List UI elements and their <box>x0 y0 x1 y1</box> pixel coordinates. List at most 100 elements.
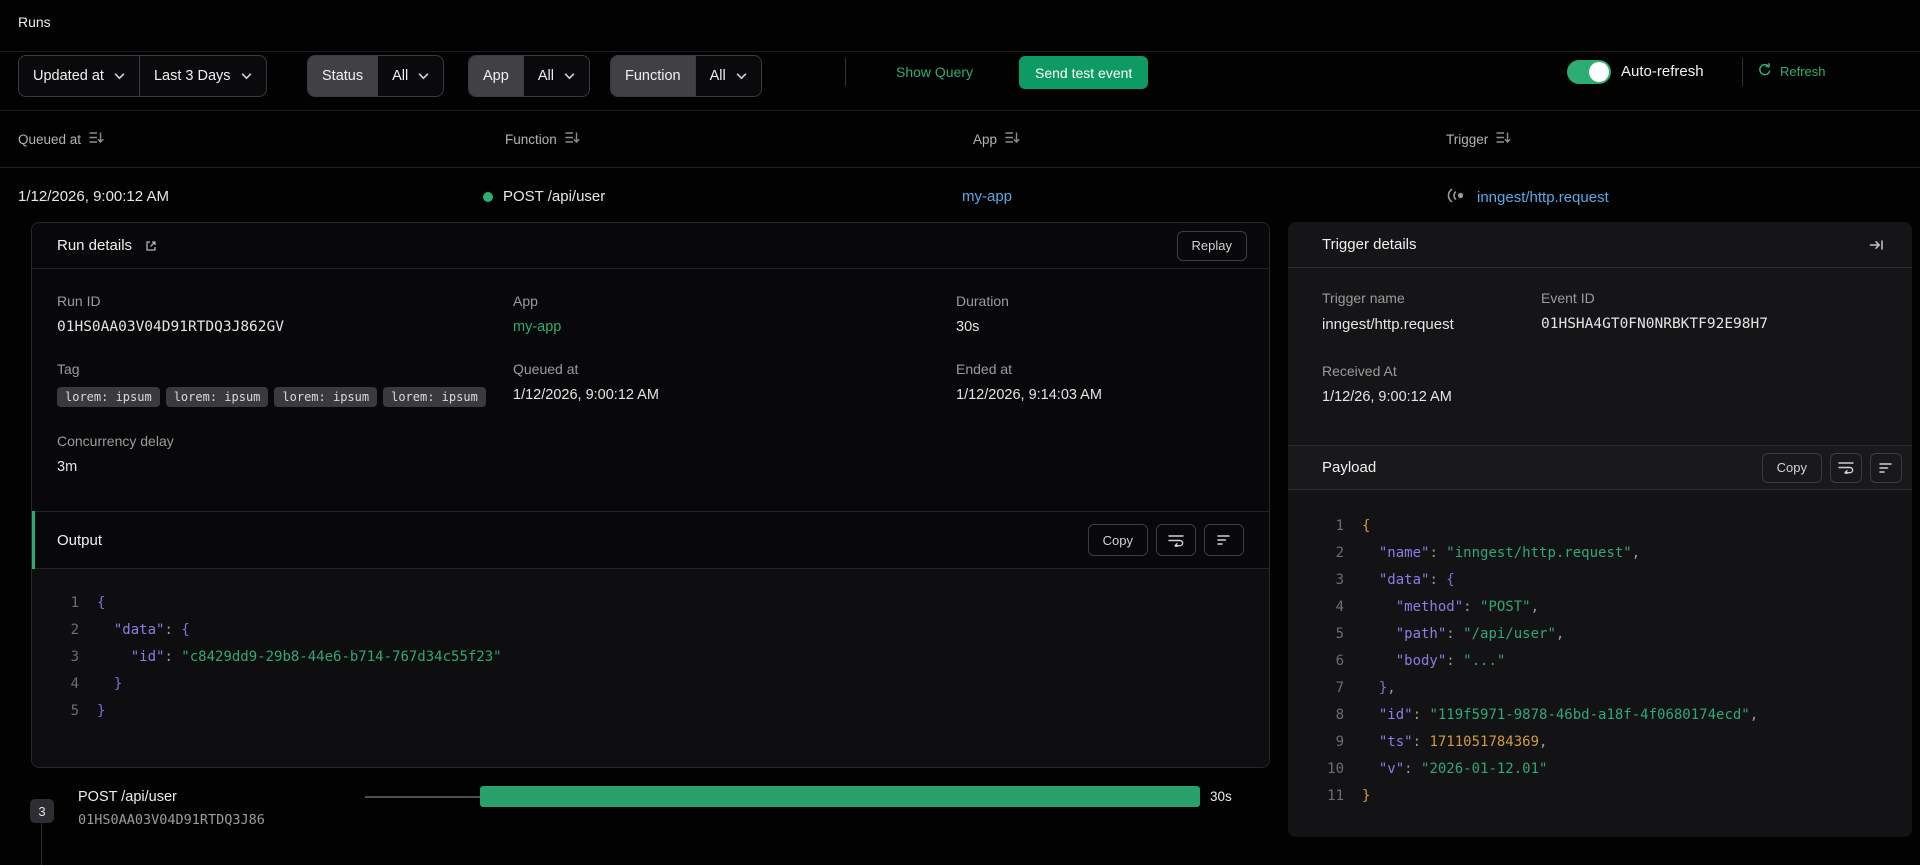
column-header-queued-at[interactable]: Queued at <box>18 131 104 147</box>
trigger-details-header: Trigger details <box>1288 222 1912 268</box>
field-label: Event ID <box>1541 290 1595 306</box>
refresh-label: Refresh <box>1780 64 1826 79</box>
function-filter-select[interactable]: All <box>694 56 761 96</box>
tag-badge: lorem: ipsum <box>274 387 378 407</box>
auto-refresh-label: Auto-refresh <box>1621 63 1704 80</box>
word-wrap-button[interactable] <box>1830 452 1862 483</box>
chevron-down-icon <box>736 72 747 80</box>
page-title: Runs <box>18 14 51 30</box>
app-filter-group: App All <box>468 55 590 97</box>
chevron-down-icon <box>418 72 429 80</box>
sort-field-label: Updated at <box>33 68 104 84</box>
run-row-trigger: inngest/http.request <box>1446 188 1609 207</box>
payload-section-header: Payload Copy <box>1288 445 1912 490</box>
refresh-button[interactable]: Refresh <box>1758 63 1826 80</box>
column-header-app[interactable]: App <box>973 131 1020 147</box>
divider <box>0 167 1920 168</box>
run-details-fields: Run ID 01HS0AA03V04D91RTDQ3J862GV App my… <box>32 269 1269 475</box>
copy-button[interactable]: Copy <box>1761 452 1822 483</box>
external-link-icon[interactable] <box>144 239 158 253</box>
time-range-label: Last 3 Days <box>153 68 231 84</box>
trigger-details-fields: Trigger name inngest/http.request Event … <box>1288 268 1912 405</box>
replay-button[interactable]: Replay <box>1176 230 1247 261</box>
refresh-icon <box>1758 63 1772 80</box>
run-row-trigger-link[interactable]: inngest/http.request <box>1477 189 1609 206</box>
field-event-id: Event ID 01HSHA4GT0FN0NRBKTF92E98H7 <box>1541 290 1892 333</box>
copy-button[interactable]: Copy <box>1087 524 1148 556</box>
toolbar-divider <box>845 58 846 86</box>
output-title: Output <box>57 531 103 549</box>
function-filter-group: Function All <box>610 55 762 97</box>
chevron-down-icon <box>241 72 252 80</box>
app-filter-label: App <box>483 68 509 84</box>
sort-range-filter-group: Updated at Last 3 Days <box>18 55 267 97</box>
column-header-label: Trigger <box>1446 131 1489 147</box>
field-label: Trigger name <box>1322 290 1405 306</box>
collapse-panel-icon[interactable] <box>1869 238 1884 252</box>
timeline-connector-line <box>41 823 42 865</box>
field-received-at: Received At 1/12/26, 9:00:12 AM <box>1322 363 1541 405</box>
format-align-button[interactable] <box>1204 524 1244 556</box>
duration-value: 30s <box>956 319 980 335</box>
field-label: Duration <box>956 293 1009 309</box>
run-details-title: Run details <box>57 237 133 254</box>
step-count-badge[interactable]: 3 <box>30 799 54 823</box>
column-header-label: App <box>973 131 998 147</box>
run-id-value: 01HS0AA03V04D91RTDQ3J862GV <box>57 319 284 335</box>
column-header-trigger[interactable]: Trigger <box>1446 131 1511 147</box>
word-wrap-button[interactable] <box>1156 524 1196 556</box>
payload-code-block: 1{2 "name": "inngest/http.request", 3 "da… <box>1288 490 1912 837</box>
field-label: App <box>513 293 538 309</box>
field-label: Received At <box>1322 363 1397 379</box>
show-query-button[interactable]: Show Query <box>896 64 973 80</box>
queued-at-value: 1/12/2026, 9:00:12 AM <box>513 387 659 403</box>
timeline-step-name[interactable]: POST /api/user <box>78 789 177 805</box>
run-details-header: Run details Replay <box>32 223 1269 269</box>
sort-icon <box>89 131 104 147</box>
time-range-select[interactable]: Last 3 Days <box>138 56 266 96</box>
field-label: Run ID <box>57 293 101 309</box>
payload-title: Payload <box>1322 459 1377 476</box>
timeline-step-run-id: 01HS0AA03V04D91RTDQ3J86 <box>78 812 265 828</box>
divider <box>0 110 1920 111</box>
app-filter-value: All <box>537 68 554 84</box>
ended-at-value: 1/12/2026, 9:14:03 AM <box>956 387 1102 403</box>
column-header-function[interactable]: Function <box>505 131 580 147</box>
field-concurrency-delay: Concurrency delay 3m <box>57 433 513 475</box>
field-queued-at: Queued at 1/12/2026, 9:00:12 AM <box>513 361 956 407</box>
function-filter-tag: Function <box>611 56 695 96</box>
field-tag: Tag lorem: ipsum lorem: ipsum lorem: ips… <box>57 361 513 407</box>
run-details-panel: Run details Replay Run ID 01HS0AA03V04D9… <box>31 222 1270 768</box>
status-filter-select[interactable]: All <box>377 56 443 96</box>
output-code-block: 1{2 "data": {3 "id": "c8429dd9-29b8-44e6… <box>32 569 1269 767</box>
app-filter-select[interactable]: All <box>522 56 589 96</box>
status-filter-tag: Status <box>308 56 378 96</box>
app-link[interactable]: my-app <box>513 319 956 335</box>
function-filter-label: Function <box>625 68 681 84</box>
status-filter-group: Status All <box>307 55 445 97</box>
field-label: Queued at <box>513 361 579 377</box>
field-label: Tag <box>57 361 80 377</box>
format-align-button[interactable] <box>1870 452 1902 483</box>
toolbar-divider <box>1742 58 1743 86</box>
run-row-queued-at[interactable]: 1/12/2026, 9:00:12 AM <box>18 188 169 205</box>
run-row-function[interactable]: POST /api/user <box>503 188 605 205</box>
output-section-header: Output Copy <box>32 511 1269 569</box>
trigger-details-title: Trigger details <box>1322 236 1417 253</box>
timeline-duration-bar[interactable] <box>480 786 1200 807</box>
auto-refresh-toggle[interactable] <box>1567 60 1611 84</box>
column-header-label: Queued at <box>18 131 82 147</box>
tag-badges: lorem: ipsum lorem: ipsum lorem: ipsum l… <box>57 387 513 407</box>
status-filter-value: All <box>392 68 409 84</box>
app-filter-tag: App <box>469 56 523 96</box>
concurrency-delay-value: 3m <box>57 459 78 475</box>
field-label: Concurrency delay <box>57 433 174 449</box>
run-status-dot <box>483 192 493 202</box>
sort-field-select[interactable]: Updated at <box>19 56 139 96</box>
field-ended-at: Ended at 1/12/2026, 9:14:03 AM <box>956 361 1244 407</box>
timeline-duration-label: 30s <box>1210 789 1232 804</box>
field-duration: Duration 30s <box>956 293 1244 335</box>
run-row-app-link[interactable]: my-app <box>962 188 1012 205</box>
chevron-down-icon <box>564 72 575 80</box>
send-test-event-button[interactable]: Send test event <box>1019 56 1149 89</box>
